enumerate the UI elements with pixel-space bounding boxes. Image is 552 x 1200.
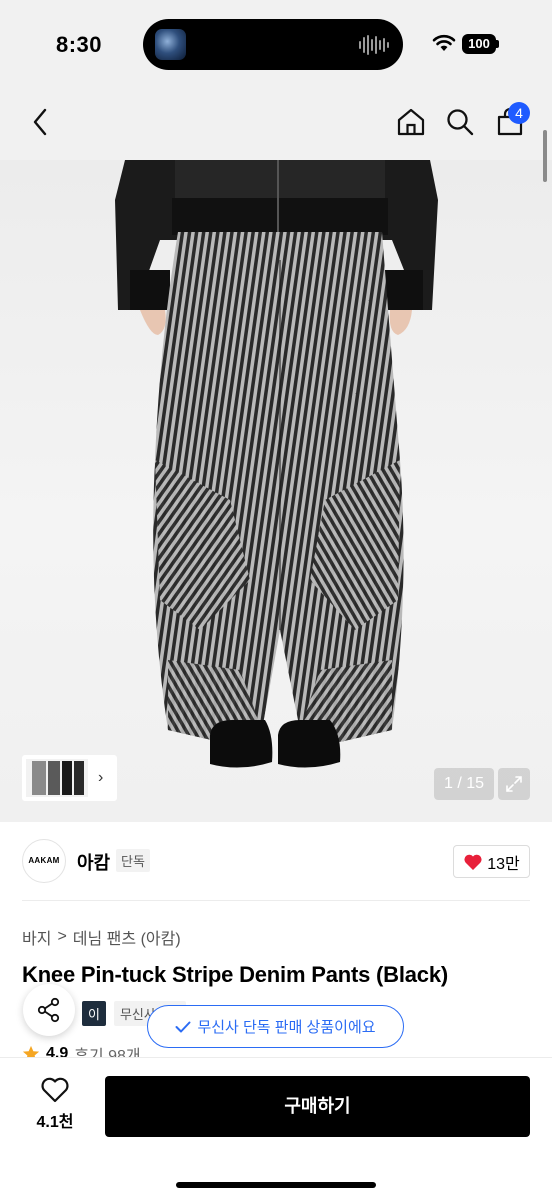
product-image[interactable] [0, 160, 552, 822]
battery-icon: 100 [462, 34, 499, 54]
brand-like-button[interactable]: 13만 [453, 845, 530, 878]
check-icon [175, 1021, 191, 1032]
back-icon [33, 108, 47, 136]
dynamic-island[interactable] [143, 19, 403, 70]
wifi-icon [432, 34, 456, 51]
status-time: 8:30 [56, 32, 103, 57]
home-indicator[interactable] [176, 1182, 376, 1188]
wishlist-button[interactable]: 4.1천 [22, 1076, 88, 1138]
breadcrumb-subcategory[interactable]: 데님 팬츠 (아캄) [73, 925, 181, 949]
image-page-counter: 1 / 15 [434, 768, 494, 800]
wishlist-count: 4.1천 [36, 1114, 74, 1131]
thumbnail-image[interactable] [26, 759, 88, 797]
brand-name[interactable]: 아캄 [77, 849, 110, 875]
buy-button[interactable]: 구매하기 [105, 1076, 530, 1137]
product-photo-illustration [115, 160, 438, 768]
exclusive-badge: 단독 [116, 849, 150, 872]
chevron-right-icon: › [98, 769, 104, 786]
toast-text: 무신사 단독 판매 상품이에요 [197, 1019, 376, 1036]
brand-logo[interactable]: AAKAM [22, 839, 66, 883]
divider [22, 900, 530, 901]
top-navigation [0, 90, 552, 160]
exclusive-toast: 무신사 단독 판매 상품이에요 [147, 1005, 404, 1048]
share-icon [37, 997, 60, 1023]
breadcrumb-category[interactable]: 바지 [22, 925, 51, 949]
thumbnail-strip[interactable]: › [22, 755, 117, 801]
home-icon [397, 108, 425, 136]
search-icon [447, 109, 474, 136]
heart-outline-icon [41, 1077, 69, 1103]
brand-row: AAKAM 아캄 단독 13만 [0, 822, 552, 900]
home-button[interactable] [393, 102, 429, 142]
status-bar: 8:30 100 [0, 0, 552, 90]
product-title: Knee Pin-tuck Stripe Denim Pants (Black) [22, 962, 448, 987]
cart-count-badge: 4 [508, 102, 530, 124]
bottom-action-bar: 4.1천 구매하기 [0, 1058, 552, 1200]
breadcrumb-separator: > [57, 928, 67, 945]
breadcrumb: 바지 > 데님 팬츠 (아캄) [22, 925, 181, 949]
expand-icon [506, 776, 522, 792]
back-button[interactable] [22, 102, 58, 142]
page-scrollbar[interactable] [543, 130, 547, 182]
now-playing-artwork [155, 29, 186, 60]
brand-like-count: 13만 [487, 855, 520, 873]
share-button[interactable] [23, 984, 75, 1036]
expand-image-button[interactable] [498, 768, 530, 800]
heart-icon [464, 854, 482, 870]
battery-level: 100 [462, 34, 496, 54]
search-button[interactable] [442, 102, 478, 142]
audio-waveform-icon [359, 34, 389, 56]
tag-dark: 이 [82, 1000, 106, 1026]
